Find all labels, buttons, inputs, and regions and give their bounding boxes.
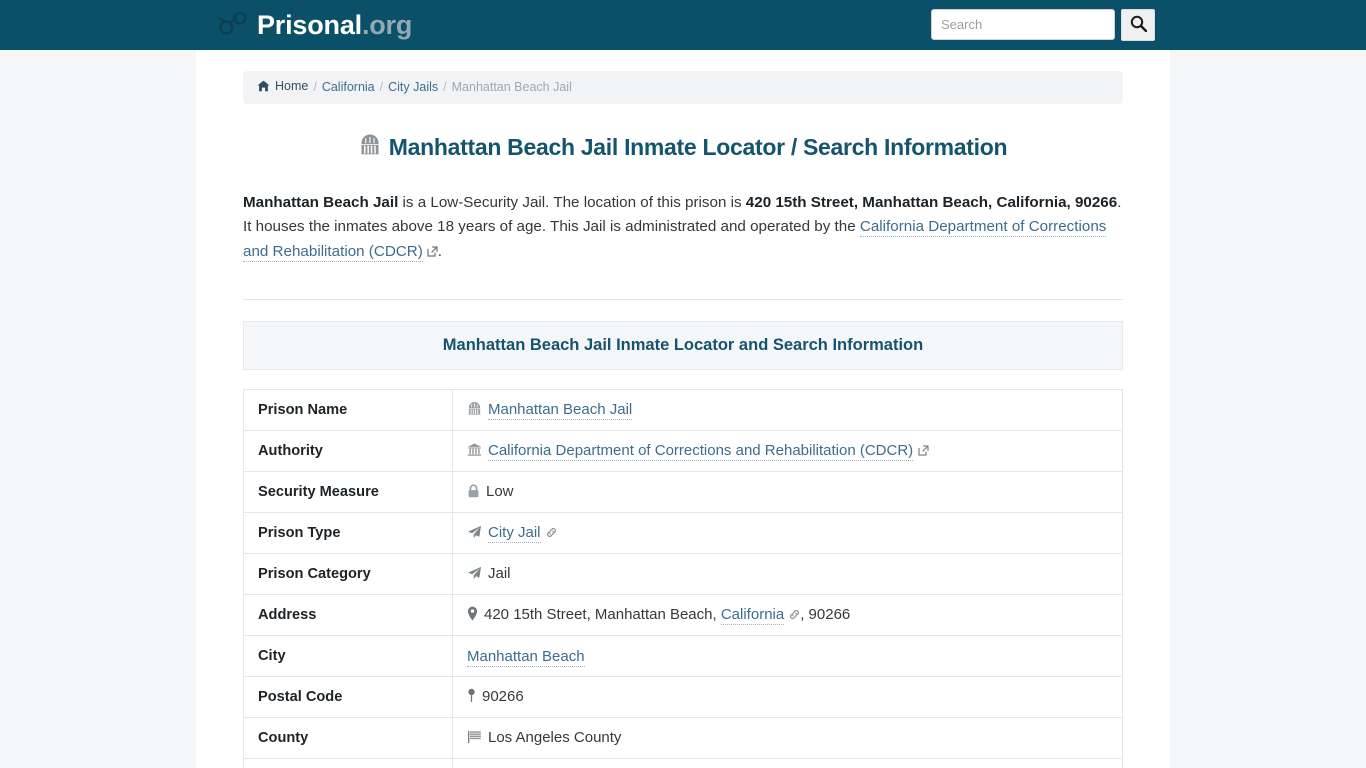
institution-icon <box>467 443 482 461</box>
intro-part1: is a Low-Security Jail. The location of … <box>398 193 746 211</box>
breadcrumb: Home / California / City Jails / Manhatt… <box>243 71 1123 104</box>
row-value-link[interactable]: California Department of Corrections and… <box>488 441 914 461</box>
jail-window-icon <box>359 134 381 162</box>
row-value: Low <box>452 471 1123 513</box>
page-title-text: Manhattan Beach Jail Inmate Locator / Se… <box>388 134 1008 160</box>
brand-name: Prisonal <box>257 9 362 40</box>
table-row: Postal Code 90266 <box>243 676 1123 718</box>
row-label: Postal Code <box>243 676 453 718</box>
lock-icon <box>467 483 480 502</box>
row-value: California ( CA ) <box>452 758 1123 768</box>
row-label: Prison Name <box>243 389 453 431</box>
section-heading: Manhattan Beach Jail Inmate Locator and … <box>243 321 1123 370</box>
row-value-text: Jail <box>488 564 511 582</box>
map-pin-icon <box>467 606 478 625</box>
external-link-icon <box>918 443 929 460</box>
row-address-state-link[interactable]: California <box>720 605 785 625</box>
breadcrumb-separator-1: / <box>313 80 317 94</box>
table-row: City Manhattan Beach <box>243 635 1123 677</box>
row-label: Address <box>243 594 453 636</box>
breadcrumb-item-city-jails[interactable]: City Jails <box>388 81 438 94</box>
page-title: Manhattan Beach Jail Inmate Locator / Se… <box>243 134 1123 162</box>
row-label: Authority <box>243 430 453 472</box>
row-value-text: Low <box>486 482 514 500</box>
row-address-prefix: 420 15th Street, Manhattan Beach, <box>484 605 721 623</box>
search-input[interactable] <box>931 9 1115 40</box>
search-icon <box>1130 15 1147 35</box>
table-row: Prison Name Manhattan Beach Jail <box>243 389 1123 431</box>
row-value: California Department of Corrections and… <box>452 430 1123 472</box>
row-value: Manhattan Beach <box>452 635 1123 677</box>
row-value: Los Angeles County <box>452 717 1123 759</box>
site-logo-link[interactable]: Prisonal.org <box>218 9 412 42</box>
breadcrumb-item-california[interactable]: California <box>322 81 375 94</box>
handcuffs-icon <box>218 9 248 42</box>
row-value-link[interactable]: Manhattan Beach <box>467 647 585 667</box>
brand-text: Prisonal.org <box>257 9 413 40</box>
row-value-text: 90266 <box>482 687 524 705</box>
intro-address: 420 15th Street, Manhattan Beach, Califo… <box>745 193 1118 211</box>
row-value: Jail <box>452 553 1123 595</box>
breadcrumb-separator-3: / <box>443 80 447 94</box>
search-button[interactable] <box>1121 9 1155 41</box>
site-header: Prisonal.org <box>0 0 1366 50</box>
row-value-text: Los Angeles County <box>488 728 622 746</box>
content-inner: Home / California / City Jails / Manhatt… <box>243 50 1123 768</box>
divider <box>243 299 1123 300</box>
table-row: Address 420 15th Street, Manhattan Beach… <box>243 594 1123 636</box>
breadcrumb-home-label: Home <box>275 79 309 93</box>
link-icon <box>789 607 800 624</box>
intro-part3: . <box>437 242 443 260</box>
link-icon <box>546 525 557 542</box>
intro-paragraph: Manhattan Beach Jail is a Low-Security J… <box>243 191 1123 266</box>
table-row: State California ( CA ) <box>243 758 1123 768</box>
row-label: Security Measure <box>243 471 453 513</box>
paper-plane-icon <box>467 525 482 543</box>
table-row: Authority California Department of Corre… <box>243 430 1123 472</box>
row-value: 90266 <box>452 676 1123 718</box>
row-label: Prison Category <box>243 553 453 595</box>
row-value: City Jail <box>452 512 1123 554</box>
prison-info-table: Prison Name Manhattan Beach Jail Authori… <box>243 389 1123 768</box>
row-address-suffix: , 90266 <box>800 605 851 623</box>
breadcrumb-separator-2: / <box>379 80 384 94</box>
row-label: County <box>243 717 453 759</box>
row-value: 420 15th Street, Manhattan Beach, Califo… <box>452 594 1123 636</box>
breadcrumb-item-home[interactable]: Home <box>257 80 308 95</box>
table-row: Security Measure Low <box>243 471 1123 513</box>
map-marker-icon <box>467 688 476 707</box>
row-label: Prison Type <box>243 512 453 554</box>
home-icon <box>257 80 270 95</box>
flag-icon <box>467 730 482 748</box>
row-label: City <box>243 635 453 677</box>
row-value-link[interactable]: City Jail <box>488 523 541 543</box>
external-link-icon <box>427 244 438 261</box>
page-container: Home / California / City Jails / Manhatt… <box>196 50 1170 768</box>
prison-building-icon <box>467 401 482 420</box>
table-row: Prison Category Jail <box>243 553 1123 595</box>
paper-plane-icon <box>467 566 482 584</box>
row-label: State <box>243 758 453 768</box>
intro-prison-name: Manhattan Beach Jail <box>243 193 399 211</box>
row-value-link[interactable]: Manhattan Beach Jail <box>488 400 633 420</box>
search-form <box>931 9 1155 41</box>
breadcrumb-current: Manhattan Beach Jail <box>451 80 572 94</box>
brand-tld: .org <box>361 9 413 40</box>
row-value: Manhattan Beach Jail <box>452 389 1123 431</box>
table-row: Prison Type City Jail <box>243 512 1123 554</box>
table-row: County Los Angeles County <box>243 717 1123 759</box>
